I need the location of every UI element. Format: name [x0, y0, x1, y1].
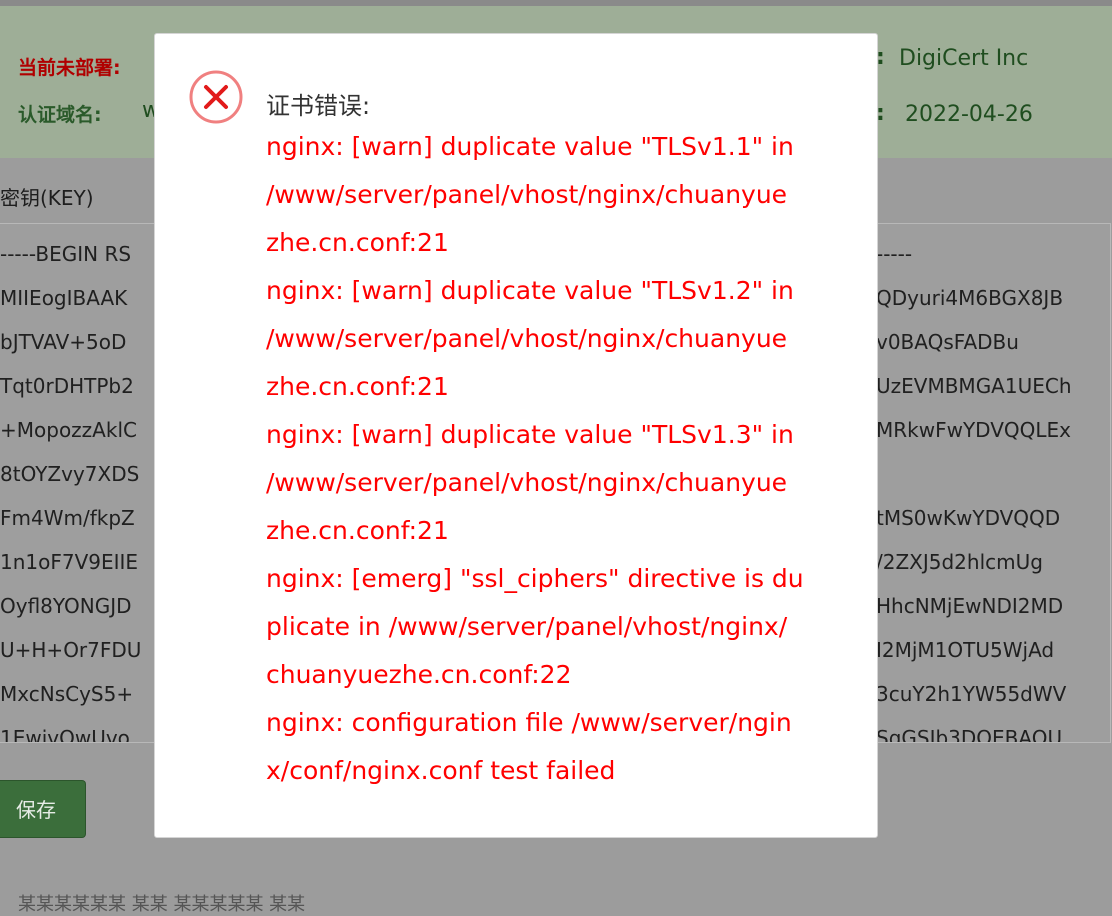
error-line: nginx: [warn] duplicate value "TLSv1.3" … — [266, 420, 794, 449]
key-line-left: 1n1oF7V9EIIE — [0, 550, 139, 574]
key-line-left: 1EwivOwUvo — [0, 726, 130, 743]
certificate-error-dialog: 证书错误: nginx: [warn] duplicate value "TLS… — [154, 33, 878, 838]
key-line-right: SqGSIb3DQEBAQU — [876, 726, 1063, 743]
error-line: nginx: configuration file /www/server/ng… — [266, 708, 792, 737]
save-button[interactable]: 保存 — [0, 780, 86, 838]
key-line-right: I2MjM1OTU5WjAd — [876, 638, 1055, 662]
key-line-left: Tqt0rDHTPb2 — [0, 374, 134, 398]
key-line-left: U+H+Or7FDU — [0, 638, 142, 662]
error-line: zhe.cn.conf:21 — [266, 516, 449, 545]
key-line-left: MxcNsCyS5+ — [0, 682, 134, 706]
key-line-right: tMS0wKwYDVQQD — [876, 506, 1061, 530]
key-line-left: +MopozzAklC — [0, 418, 137, 442]
key-line-right: MRkwFwYDVQQLEx — [876, 418, 1071, 442]
error-line: nginx: [warn] duplicate value "TLSv1.1" … — [266, 132, 794, 161]
key-line-right: QDyuri4M6BGX8JB — [876, 286, 1064, 310]
key-label: 密钥(KEY) — [0, 186, 94, 210]
key-line-right: 3cuY2h1YW55dWV — [876, 682, 1067, 706]
error-line: chuanyuezhe.cn.conf:22 — [266, 660, 572, 689]
key-line-right: HhcNMjEwNDI2MD — [876, 594, 1064, 618]
key-line-right: /2ZXJ5d2hlcmUg — [876, 550, 1043, 574]
key-line-left: Oyfl8YONGJD — [0, 594, 132, 618]
key-line-left: bJTVAV+5oD — [0, 330, 127, 354]
key-line-left: 8tOYZvy7XDS — [0, 462, 140, 486]
error-line: plicate in /www/server/panel/vhost/nginx… — [266, 612, 788, 641]
error-line: zhe.cn.conf:21 — [266, 228, 449, 257]
key-line-left: MIIEogIBAAK — [0, 286, 128, 310]
error-line: x/conf/nginx.conf test failed — [266, 756, 616, 785]
undeployed-label: 当前未部署: — [18, 57, 121, 79]
error-line: /www/server/panel/vhost/nginx/chuanyue — [266, 324, 788, 353]
dialog-title: 证书错误: — [266, 92, 371, 120]
key-line-right: ----- — [876, 242, 913, 266]
key-line-left: Fm4Wm/fkpZ — [0, 506, 135, 530]
error-line: zhe.cn.conf:21 — [266, 372, 449, 401]
error-line: /www/server/panel/vhost/nginx/chuanyue — [266, 180, 788, 209]
bottom-help-text: 某某某某某某 某某 某某某某某 某某 — [18, 894, 306, 915]
error-line: /www/server/panel/vhost/nginx/chuanyue — [266, 468, 788, 497]
key-line-left: -----BEGIN RS — [0, 242, 132, 266]
error-line: nginx: [warn] duplicate value "TLSv1.2" … — [266, 276, 794, 305]
error-line: nginx: [emerg] "ssl_ciphers" directive i… — [266, 564, 804, 593]
error-circle-x-icon — [187, 68, 245, 126]
key-line-right: v0BAQsFADBu — [876, 330, 1019, 354]
issuer-value: DigiCert Inc — [899, 46, 1029, 71]
expiry-value: 2022-04-26 — [905, 102, 1033, 127]
domain-label: 认证域名: — [18, 104, 102, 126]
key-line-right: UzEVMBMGA1UECh — [876, 374, 1072, 398]
